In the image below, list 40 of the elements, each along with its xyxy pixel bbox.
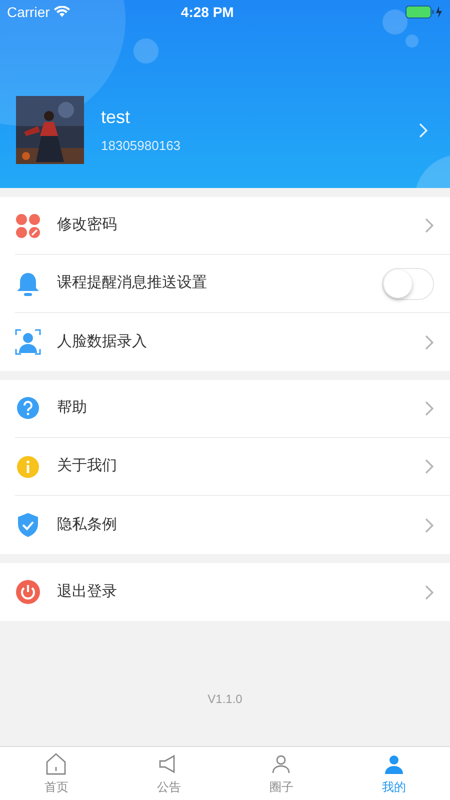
bell-icon — [16, 270, 40, 296]
chevron-icon — [425, 218, 434, 233]
user-name: test — [101, 106, 132, 130]
face-scan-icon — [15, 329, 41, 355]
menu-label: 课程提醒消息推送设置 — [57, 273, 208, 294]
menu-label: 关于我们 — [57, 456, 118, 476]
menu-item[interactable]: 帮助 — [15, 380, 450, 438]
chevron-icon — [425, 401, 434, 416]
tab-label: 我的 — [382, 778, 406, 796]
menu-label: 隐私条例 — [57, 514, 118, 535]
help-icon — [15, 396, 41, 422]
power-icon — [15, 579, 41, 605]
menu-item[interactable]: 隐私条例 — [15, 496, 450, 554]
info-icon — [15, 454, 41, 480]
menu-label: 帮助 — [57, 398, 88, 418]
menu-item[interactable]: 修改密码 — [15, 197, 450, 255]
chevron-icon — [425, 459, 434, 474]
clock-label: 4:28 PM — [180, 2, 235, 22]
chevron-icon — [425, 518, 434, 532]
tab-label: 公告 — [156, 778, 181, 796]
menu-item[interactable]: 关于我们 — [15, 438, 450, 496]
menu-item[interactable]: 人脸数据录入 — [15, 313, 450, 371]
menu-label: 修改密码 — [57, 215, 118, 236]
menu-item[interactable]: 课程提醒消息推送设置 — [15, 255, 450, 313]
chevron-icon — [419, 122, 428, 138]
tab-label: 圈子 — [269, 778, 294, 796]
battery-icon — [405, 5, 443, 19]
home-icon — [44, 752, 68, 776]
tab-label: 首页 — [44, 778, 68, 796]
menu-label: 退出登录 — [57, 582, 118, 602]
version-label: V1.1.0 — [208, 691, 242, 708]
toggle-switch[interactable] — [382, 268, 434, 300]
chevron-icon — [425, 334, 434, 350]
carrier-label: Carrier — [7, 2, 50, 22]
shield-icon — [16, 512, 40, 538]
grid-icon — [15, 212, 41, 238]
phone-number: 18305980163 — [101, 137, 182, 156]
menu-label: 人脸数据录入 — [57, 332, 148, 352]
wifi-icon — [54, 6, 70, 18]
chevron-icon — [425, 584, 434, 600]
